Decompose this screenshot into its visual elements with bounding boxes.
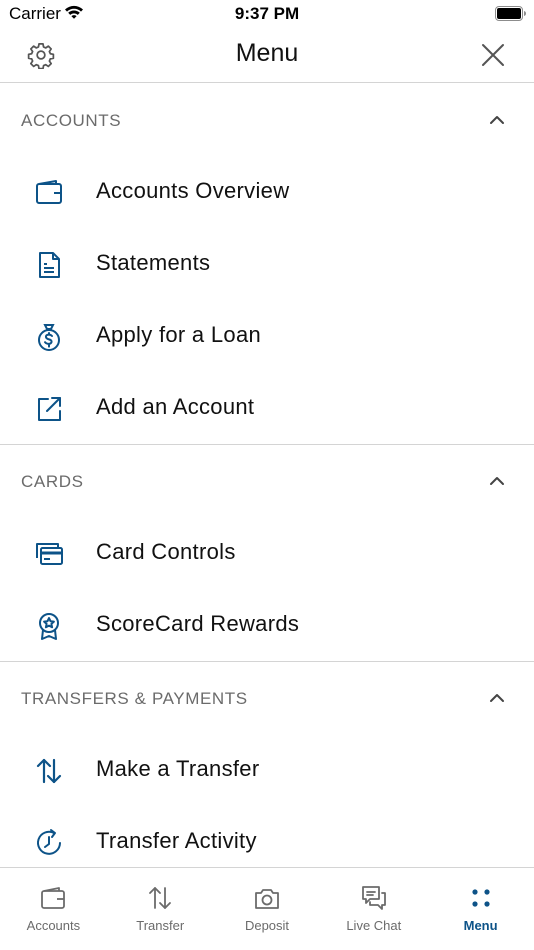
wallet-icon	[41, 887, 66, 909]
section-transfers-payments: TRANSFERS & PAYMENTS Make a Transfer Tra…	[0, 662, 534, 867]
menu-item-label: Make a Transfer	[96, 756, 260, 781]
menu-item-label: Statements	[96, 250, 211, 275]
transfer-arrows-icon	[36, 758, 62, 784]
tab-label: Menu	[463, 918, 498, 933]
tab-label: Deposit	[244, 918, 290, 933]
menu-item-make-transfer[interactable]: Make a Transfer	[0, 734, 534, 806]
menu-item-label: Apply for a Loan	[96, 322, 262, 347]
section-header-cards[interactable]: CARDS	[0, 445, 534, 517]
wallet-icon	[36, 180, 62, 204]
transfer-arrows-icon	[149, 887, 172, 909]
chevron-up-icon	[490, 477, 504, 485]
close-icon	[482, 44, 504, 66]
menu-header: Menu	[0, 28, 534, 83]
tab-label: Accounts	[26, 918, 81, 933]
menu-item-card-controls[interactable]: Card Controls	[0, 517, 534, 589]
tab-live-chat[interactable]: Live Chat	[320, 868, 427, 950]
menu-item-label: Accounts Overview	[96, 178, 290, 203]
menu-item-apply-for-loan[interactable]: Apply for a Loan	[0, 300, 534, 372]
section-title: CARDS	[21, 472, 84, 491]
section-cards: CARDS Card Controls ScoreCard Rewards	[0, 445, 534, 662]
menu-item-label: ScoreCard Rewards	[96, 611, 300, 636]
status-time: 9:37 PM	[234, 4, 300, 23]
tab-label: Live Chat	[346, 918, 402, 933]
menu-item-add-account[interactable]: Add an Account	[0, 372, 534, 444]
menu-dots-icon	[471, 889, 490, 907]
menu-item-label: Add an Account	[96, 394, 255, 419]
section-title: ACCOUNTS	[21, 111, 122, 130]
menu-item-label: Card Controls	[96, 539, 236, 564]
tab-transfer[interactable]: Transfer	[107, 868, 214, 950]
document-icon	[39, 252, 60, 278]
history-clock-icon	[37, 829, 61, 855]
tab-menu[interactable]: Menu	[427, 868, 534, 950]
cards-icon	[36, 543, 63, 565]
status-bar: Carrier 9:37 PM	[0, 0, 534, 28]
chat-bubbles-icon	[361, 886, 386, 910]
camera-icon	[255, 889, 279, 909]
close-button[interactable]	[478, 40, 508, 70]
chevron-up-icon	[490, 116, 504, 124]
menu-item-transfer-activity[interactable]: Transfer Activity	[0, 806, 534, 867]
award-ribbon-icon	[39, 613, 59, 640]
tab-deposit[interactable]: Deposit	[214, 868, 321, 950]
section-title: TRANSFERS & PAYMENTS	[21, 689, 248, 708]
section-header-accounts[interactable]: ACCOUNTS	[0, 84, 534, 156]
chevron-up-icon	[490, 694, 504, 702]
external-link-icon	[38, 397, 61, 421]
battery-icon	[495, 6, 526, 21]
money-bag-icon	[38, 324, 60, 351]
page-title: Menu	[235, 39, 299, 67]
menu-item-accounts-overview[interactable]: Accounts Overview	[0, 156, 534, 228]
menu-item-statements[interactable]: Statements	[0, 228, 534, 300]
menu-item-scorecard-rewards[interactable]: ScoreCard Rewards	[0, 589, 534, 661]
section-header-transfers-payments[interactable]: TRANSFERS & PAYMENTS	[0, 662, 534, 734]
tab-bar: Accounts Transfer Deposit Live Chat Menu	[0, 867, 534, 950]
tab-label: Transfer	[136, 918, 185, 933]
tab-accounts[interactable]: Accounts	[0, 868, 107, 950]
menu-item-label: Transfer Activity	[96, 828, 257, 853]
menu-list[interactable]: ACCOUNTS Accounts Overview Statements Ap…	[0, 84, 534, 867]
section-accounts: ACCOUNTS Accounts Overview Statements Ap…	[0, 84, 534, 445]
